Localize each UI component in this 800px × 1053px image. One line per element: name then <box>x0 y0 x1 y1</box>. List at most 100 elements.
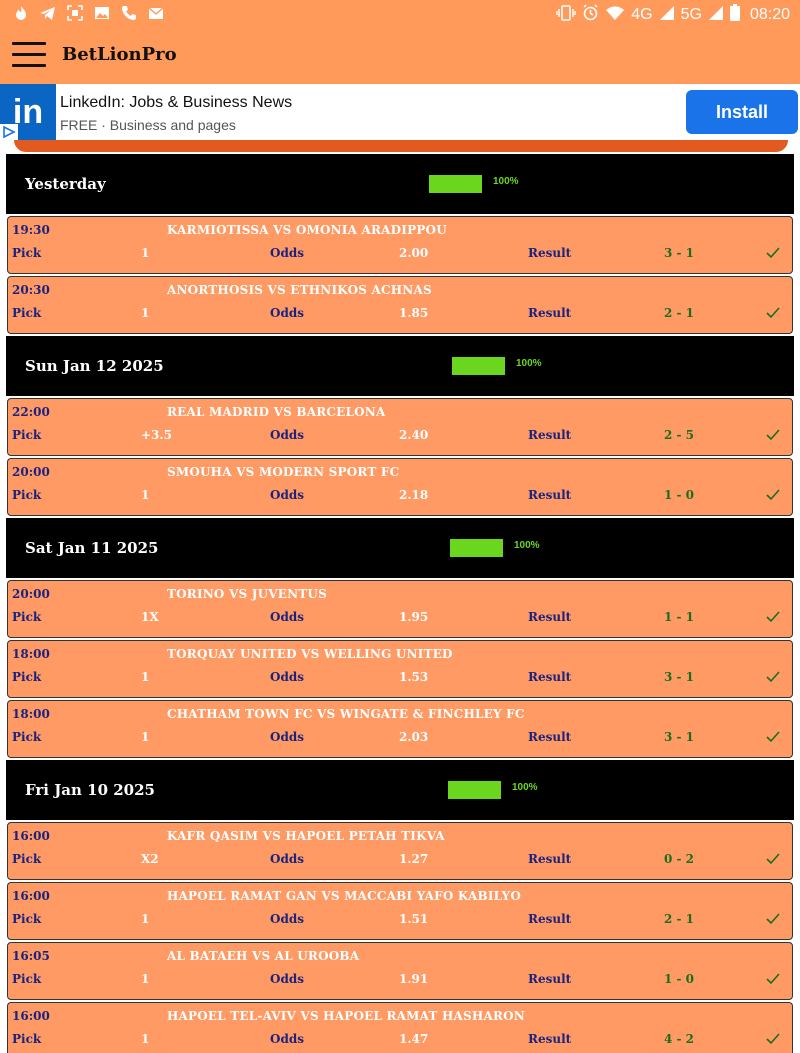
match-card[interactable]: 16:05 AL BATAEH VS AL UROOBA Pick 1 Odds 1.91… <box>7 942 793 1000</box>
result-value: 0 - 2 <box>664 852 695 866</box>
odds-label: Odds <box>270 670 304 684</box>
match-time: 20:00 <box>12 587 50 601</box>
result-value: 1 - 0 <box>664 488 695 502</box>
flame-icon <box>12 5 29 21</box>
match-card[interactable]: 18:00 CHATHAM TOWN FC VS WINGATE & FINCHL… <box>7 700 793 758</box>
day-title: Fri Jan 10 2025 <box>25 781 155 799</box>
match-card[interactable]: 22:00 REAL MADRID VS BARCELONA Pick +3.5 Odd… <box>7 398 793 456</box>
check-icon <box>766 247 780 259</box>
odds-label: Odds <box>270 610 304 624</box>
status-notification-icons <box>12 5 164 21</box>
result-label: Result <box>528 1032 572 1046</box>
ad-bottom-strip <box>14 140 788 152</box>
match-teams: SMOUHA VS MODERN SPORT FC <box>167 465 400 479</box>
odds-label: Odds <box>270 730 304 744</box>
odds-value: 1.27 <box>399 852 429 866</box>
pick-label: Pick <box>12 610 42 624</box>
result-label: Result <box>528 912 572 926</box>
match-card[interactable]: 18:00 TORQUAY UNITED VS WELLING UNITED Pic… <box>7 640 793 698</box>
predictions-list: Yesterday 100% 19:30 KARMIOTISSA VS OMONIA … <box>6 154 794 1053</box>
odds-label: Odds <box>270 1032 304 1046</box>
odds-value: 1.47 <box>399 1032 429 1046</box>
match-teams: HAPOEL RAMAT GAN VS MACCABI YAFO KABILYO <box>167 889 521 903</box>
result-label: Result <box>528 972 572 986</box>
match-card[interactable]: 20:00 SMOUHA VS MODERN SPORT FC Pick 1 Odds 2… <box>7 458 793 516</box>
ad-subtitle: FREE · Business and pages <box>60 117 236 133</box>
result-label: Result <box>528 852 572 866</box>
day-percent: 100% <box>516 358 542 369</box>
match-time: 19:30 <box>12 223 50 237</box>
match-teams: KAFR QASIM VS HAPOEL PETAH TIKVA <box>167 829 445 843</box>
match-time: 20:30 <box>12 283 50 297</box>
image-icon <box>93 5 110 21</box>
wifi-icon <box>605 5 625 26</box>
match-card[interactable]: 19:30 KARMIOTISSA VS OMONIA ARADIPPOU Pick… <box>7 216 793 274</box>
check-icon <box>766 853 780 865</box>
match-time: 16:00 <box>12 829 50 843</box>
odds-value: 1.51 <box>399 912 429 926</box>
pick-value: 1 <box>141 912 150 926</box>
install-button[interactable]: Install <box>686 90 798 134</box>
check-icon <box>766 611 780 623</box>
ad-banner[interactable]: in LinkedIn: Jobs & Business News FREE ·… <box>0 84 800 140</box>
match-card[interactable]: 16:00 HAPOEL RAMAT GAN VS MACCABI YAFO KA… <box>7 882 793 940</box>
day-progress-bar <box>429 175 482 193</box>
match-card[interactable]: 20:00 TORINO VS JUVENTUS Pick 1X Odds 1.95 Res… <box>7 580 793 638</box>
result-value: 2 - 1 <box>664 912 695 926</box>
day-title: Sun Jan 12 2025 <box>25 357 164 375</box>
odds-value: 1.91 <box>399 972 429 986</box>
pick-label: Pick <box>12 488 42 502</box>
pick-value: 1 <box>141 730 150 744</box>
match-time: 16:00 <box>12 1009 50 1023</box>
result-label: Result <box>528 428 572 442</box>
match-teams: AL BATAEH VS AL UROOBA <box>167 949 360 963</box>
pick-label: Pick <box>12 852 42 866</box>
day-percent: 100% <box>514 540 540 551</box>
odds-value: 1.53 <box>399 670 429 684</box>
match-time: 20:00 <box>12 465 50 479</box>
hamburger-menu-icon[interactable] <box>12 42 46 70</box>
match-time: 16:00 <box>12 889 50 903</box>
day-header: Sat Jan 11 2025 100% <box>6 518 794 578</box>
app-title: BetLionPro <box>62 44 177 65</box>
match-teams: ANORTHOSIS VS ETHNIKOS ACHNAS <box>167 283 432 297</box>
ad-choices-icon[interactable] <box>0 124 18 140</box>
pick-label: Pick <box>12 428 42 442</box>
day-progress-bar <box>452 357 505 375</box>
odds-label: Odds <box>270 972 304 986</box>
match-card[interactable]: 16:00 HAPOEL TEL-AVIV VS HAPOEL RAMAT HAS… <box>7 1002 793 1053</box>
match-time: 18:00 <box>12 647 50 661</box>
day-header: Fri Jan 10 2025 100% <box>6 760 794 820</box>
battery-icon <box>729 4 740 26</box>
pick-value: +3.5 <box>141 428 172 442</box>
pick-value: 1 <box>141 972 150 986</box>
signal-icon <box>659 5 675 26</box>
pick-label: Pick <box>12 912 42 926</box>
pick-label: Pick <box>12 730 42 744</box>
match-time: 22:00 <box>12 405 50 419</box>
result-label: Result <box>528 246 572 260</box>
app-bar: BetLionPro <box>0 28 800 84</box>
odds-label: Odds <box>270 428 304 442</box>
match-teams: KARMIOTISSA VS OMONIA ARADIPPOU <box>167 223 447 237</box>
odds-value: 2.00 <box>399 246 429 260</box>
result-label: Result <box>528 488 572 502</box>
ad-title[interactable]: LinkedIn: Jobs & Business News <box>60 94 292 112</box>
check-icon <box>766 307 780 319</box>
day-title: Sat Jan 11 2025 <box>25 539 159 557</box>
match-card[interactable]: 16:00 KAFR QASIM VS HAPOEL PETAH TIKVA Pic… <box>7 822 793 880</box>
result-value: 1 - 0 <box>664 972 695 986</box>
check-icon <box>766 913 780 925</box>
match-time: 18:00 <box>12 707 50 721</box>
check-icon <box>766 489 780 501</box>
match-teams: REAL MADRID VS BARCELONA <box>167 405 386 419</box>
telegram-icon <box>39 5 56 21</box>
result-value: 1 - 1 <box>664 610 695 624</box>
match-card[interactable]: 20:30 ANORTHOSIS VS ETHNIKOS ACHNAS Pick 1 O… <box>7 276 793 334</box>
pick-value: 1X <box>141 610 159 624</box>
pick-label: Pick <box>12 306 42 320</box>
status-system-icons: 4G 5G 08:20 <box>556 4 790 26</box>
pick-value: 1 <box>141 306 150 320</box>
pick-label: Pick <box>12 246 42 260</box>
odds-label: Odds <box>270 488 304 502</box>
